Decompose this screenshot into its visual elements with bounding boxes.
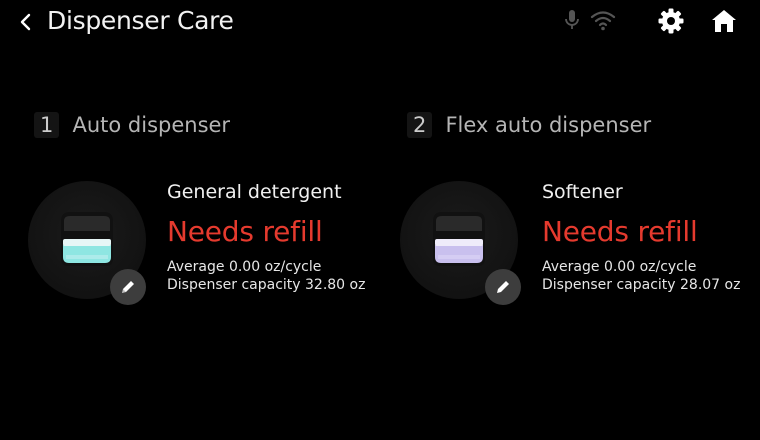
home-button[interactable] bbox=[710, 7, 738, 39]
gear-icon bbox=[658, 8, 684, 34]
mic-icon bbox=[565, 10, 579, 29]
dispenser-2-header: 2 Flex auto dispenser bbox=[407, 112, 651, 138]
dispenser-1-header: 1 Auto dispenser bbox=[34, 112, 230, 138]
header: Dispenser Care bbox=[0, 0, 760, 46]
back-icon bbox=[20, 13, 31, 31]
page-title: Dispenser Care bbox=[47, 6, 234, 35]
edit-softener-button[interactable] bbox=[485, 269, 521, 305]
back-button[interactable] bbox=[14, 8, 40, 36]
dispenser-capacity: Dispenser capacity 28.07 oz bbox=[542, 277, 741, 293]
dispenser-capacity: Dispenser capacity 32.80 oz bbox=[167, 277, 366, 293]
dispenser-name: Softener bbox=[542, 181, 623, 203]
average-usage: Average 0.00 oz/cycle bbox=[167, 259, 322, 275]
section-title: Flex auto dispenser bbox=[445, 113, 652, 137]
dispenser-name: General detergent bbox=[167, 181, 342, 203]
pencil-icon bbox=[497, 281, 509, 293]
softener-info: Softener Needs refill Average 0.00 oz/cy… bbox=[542, 181, 740, 294]
section-number: 2 bbox=[407, 112, 433, 138]
edit-detergent-button[interactable] bbox=[110, 269, 146, 305]
average-usage: Average 0.00 oz/cycle bbox=[542, 259, 697, 275]
detergent-info: General detergent Needs refill Average 0… bbox=[167, 181, 365, 294]
settings-button[interactable] bbox=[657, 7, 685, 39]
pencil-icon bbox=[122, 281, 134, 293]
refill-status: Needs refill bbox=[167, 215, 323, 248]
section-title: Auto dispenser bbox=[72, 113, 231, 137]
refill-status: Needs refill bbox=[542, 215, 698, 248]
home-icon bbox=[712, 10, 736, 32]
section-number: 1 bbox=[34, 112, 60, 138]
wifi-icon bbox=[590, 11, 616, 31]
